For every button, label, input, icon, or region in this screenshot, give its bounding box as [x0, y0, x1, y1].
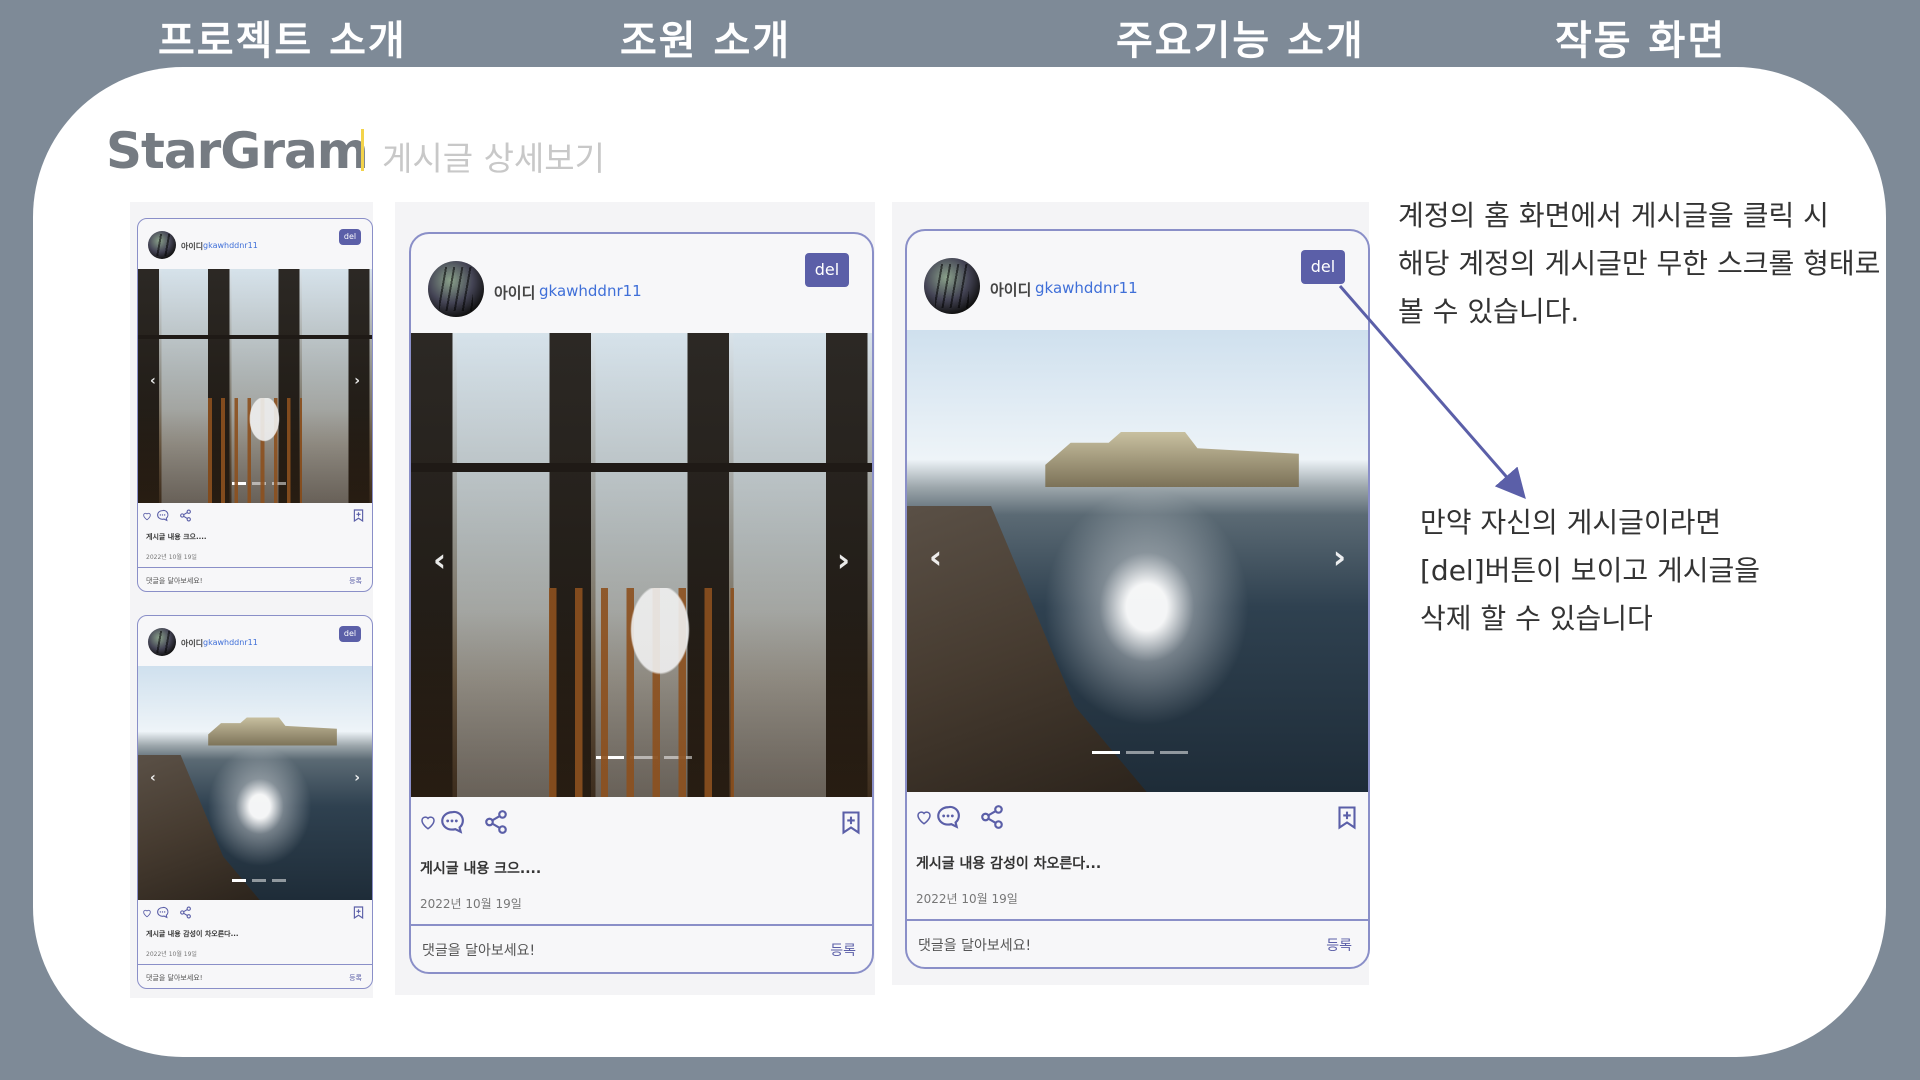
page-subtitle: 게시글 상세보기: [382, 139, 606, 178]
comment-input[interactable]: 댓글을 달아보세요!: [146, 576, 203, 586]
share-icon[interactable]: [979, 804, 1005, 830]
top-navigation: 프로젝트 소개 조원 소개 주요기능 소개 작동 화면: [0, 0, 1920, 68]
action-bar: [142, 906, 192, 919]
heart-icon[interactable]: [915, 808, 933, 826]
action-bar: [915, 804, 1005, 830]
comment-icon[interactable]: [935, 804, 961, 830]
brand-divider: [361, 129, 364, 171]
comment-icon[interactable]: [156, 509, 169, 522]
register-button[interactable]: 등록: [1326, 935, 1352, 955]
comment-row: 댓글을 달아보세요! 등록: [138, 567, 372, 591]
post-date: 2022년 10월 19일: [420, 897, 522, 911]
register-button[interactable]: 등록: [830, 940, 856, 960]
post-content: 게시글 내용 감성이 차오른다...: [146, 930, 239, 938]
post-date: 2022년 10월 19일: [146, 554, 197, 561]
chevron-left-icon[interactable]: ‹: [433, 541, 446, 579]
id-label: 아이디: [494, 284, 536, 302]
comment-row: 댓글을 달아보세요! 등록: [411, 924, 872, 972]
chevron-right-icon[interactable]: ›: [354, 373, 360, 389]
post-photo: ‹ ›: [907, 330, 1368, 792]
share-icon[interactable]: [179, 509, 192, 522]
heart-icon[interactable]: [142, 511, 152, 521]
del-line: [del]버튼이 보이고 게시글을: [1420, 554, 1761, 587]
action-bar: [142, 509, 192, 522]
bookmark-icon[interactable]: [353, 509, 364, 522]
delete-button[interactable]: del: [805, 253, 849, 287]
register-button[interactable]: 등록: [349, 973, 362, 983]
callout-arrow: [1338, 285, 1526, 500]
share-icon[interactable]: [483, 809, 509, 835]
post-content: 게시글 내용 크으....: [420, 861, 542, 877]
chevron-right-icon[interactable]: ›: [1333, 538, 1346, 576]
comment-input[interactable]: 댓글을 달아보세요!: [146, 973, 203, 983]
comment-icon[interactable]: [156, 906, 169, 919]
post-card-thumb-1[interactable]: 아이디 gkawhddnr11 del ‹ › 게시글 내용 크으.... 20…: [137, 218, 373, 592]
brand-logo: StarGram: [106, 122, 369, 180]
username-link[interactable]: gkawhddnr11: [539, 282, 642, 300]
chevron-right-icon[interactable]: ›: [354, 770, 360, 786]
slide-indicator: [1092, 751, 1188, 754]
avatar: [924, 258, 980, 314]
post-card-thumb-2[interactable]: 아이디 gkawhddnr11 del ‹ › 게시글 내용 감성이 차오른다.…: [137, 615, 373, 989]
post-card-1[interactable]: 아이디 gkawhddnr11 del ‹ › 게시글 내용 크으.... 20…: [409, 232, 874, 974]
heart-icon[interactable]: [419, 813, 437, 831]
comment-icon[interactable]: [439, 809, 465, 835]
post-date: 2022년 10월 19일: [916, 892, 1018, 906]
nav-feature-intro[interactable]: 주요기능 소개: [1116, 8, 1365, 66]
del-line: 만약 자신의 게시글이라면: [1420, 506, 1722, 539]
comment-input[interactable]: 댓글을 달아보세요!: [422, 940, 535, 960]
delete-button[interactable]: del: [339, 229, 361, 245]
chevron-right-icon[interactable]: ›: [837, 541, 850, 579]
bookmark-icon[interactable]: [841, 810, 861, 835]
post-date: 2022년 10월 19일: [146, 951, 197, 958]
post-photo: ‹ ›: [138, 666, 372, 900]
post-content: 게시글 내용 크으....: [146, 533, 207, 541]
comment-input[interactable]: 댓글을 달아보세요!: [918, 935, 1031, 955]
avatar: [428, 261, 484, 317]
id-label: 아이디: [990, 281, 1032, 299]
chevron-left-icon[interactable]: ‹: [150, 770, 156, 786]
del-description: 만약 자신의 게시글이라면 [del]버튼이 보이고 게시글을 삭제 할 수 있…: [1420, 499, 1760, 643]
id-label: 아이디: [181, 242, 204, 251]
nav-project-intro[interactable]: 프로젝트 소개: [158, 8, 407, 66]
username-link[interactable]: gkawhddnr11: [1035, 279, 1138, 297]
slide-indicator: [232, 879, 286, 882]
comment-row: 댓글을 달아보세요! 등록: [138, 964, 372, 988]
post-content: 게시글 내용 감성이 차오른다...: [916, 856, 1102, 872]
slide-indicator: [596, 756, 692, 759]
del-line: 삭제 할 수 있습니다: [1420, 602, 1653, 635]
post-photo: ‹ ›: [138, 269, 372, 503]
delete-button[interactable]: del: [339, 626, 361, 642]
chevron-left-icon[interactable]: ‹: [150, 373, 156, 389]
nav-demo[interactable]: 작동 화면: [1555, 8, 1726, 66]
username-link[interactable]: gkawhddnr11: [203, 638, 258, 647]
bookmark-icon[interactable]: [353, 906, 364, 919]
bookmark-icon[interactable]: [1337, 805, 1357, 830]
id-label: 아이디: [181, 639, 204, 648]
slide-indicator: [232, 482, 286, 485]
post-photo: ‹ ›: [411, 333, 872, 797]
heart-icon[interactable]: [142, 908, 152, 918]
action-bar: [419, 809, 509, 835]
post-card-2[interactable]: 아이디 gkawhddnr11 del ‹ › 게시글 내용 감성이 차오른다.…: [905, 229, 1370, 969]
delete-button[interactable]: del: [1301, 250, 1345, 284]
comment-row: 댓글을 달아보세요! 등록: [907, 919, 1368, 967]
chevron-left-icon[interactable]: ‹: [929, 538, 942, 576]
feature-line: 계정의 홈 화면에서 게시글을 클릭 시: [1398, 199, 1829, 232]
avatar: [148, 628, 176, 656]
nav-team-intro[interactable]: 조원 소개: [620, 8, 791, 66]
avatar: [148, 231, 176, 259]
username-link[interactable]: gkawhddnr11: [203, 241, 258, 250]
register-button[interactable]: 등록: [349, 576, 362, 586]
share-icon[interactable]: [179, 906, 192, 919]
